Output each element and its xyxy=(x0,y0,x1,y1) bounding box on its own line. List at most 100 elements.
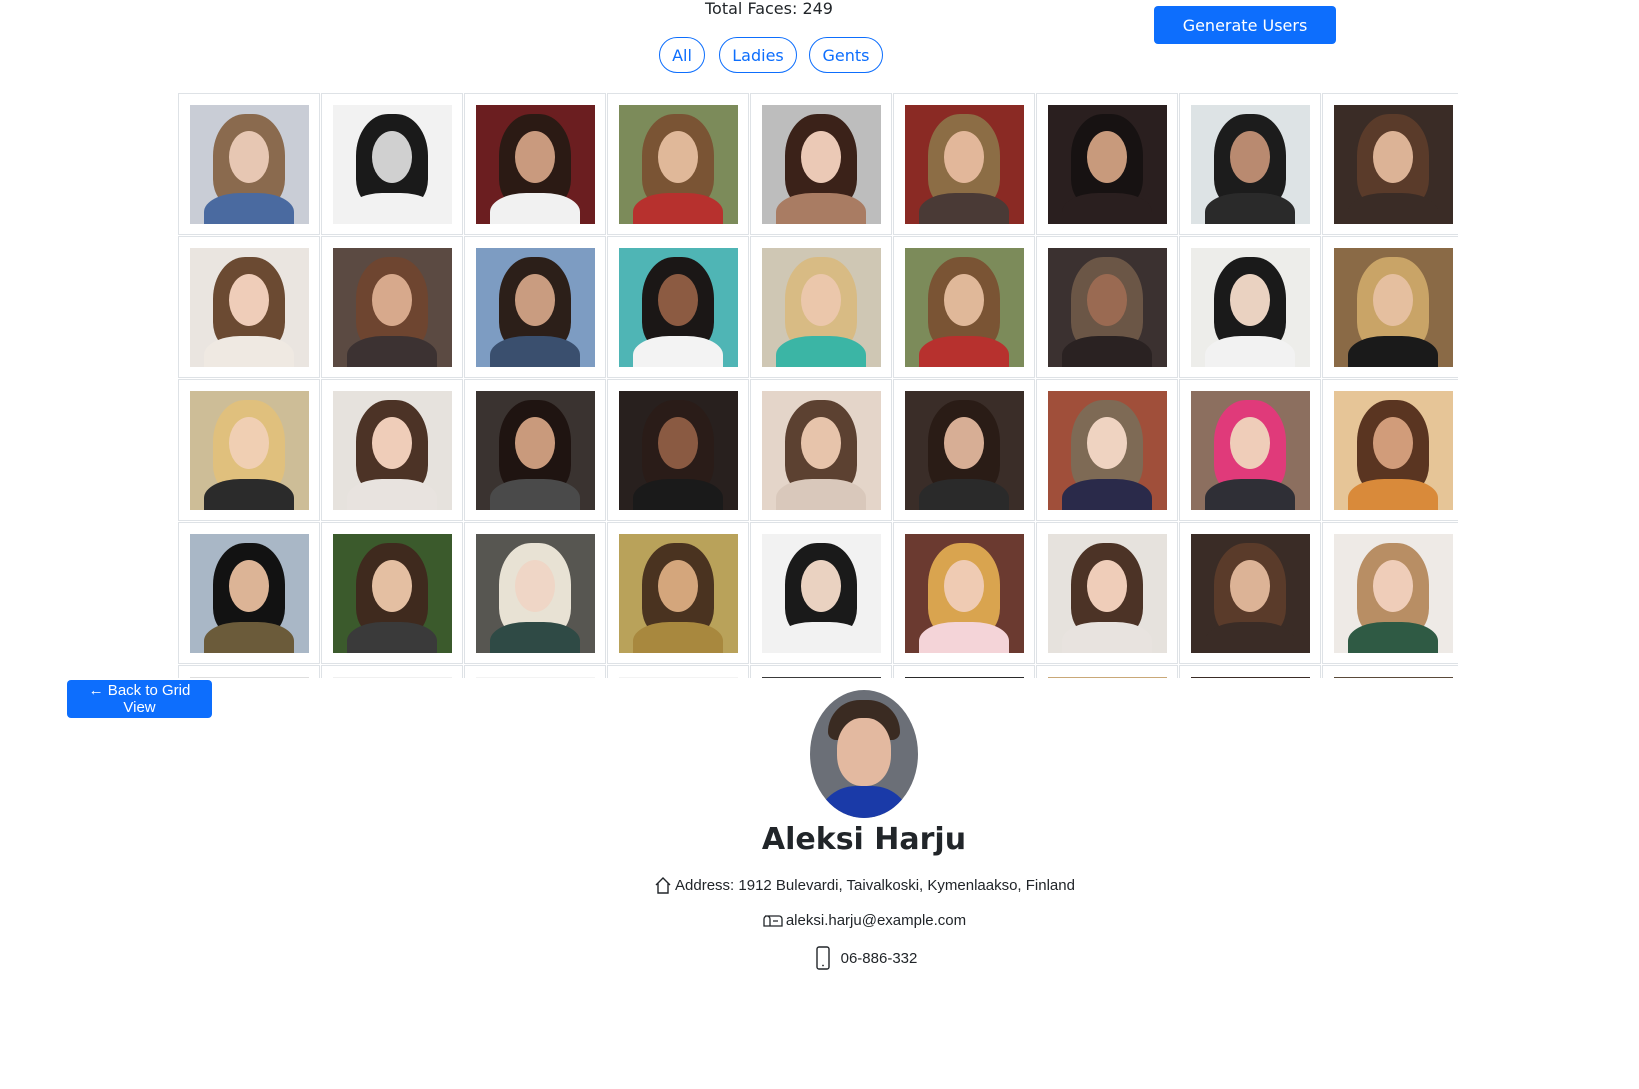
face-photo xyxy=(1047,390,1167,510)
face-photo xyxy=(761,390,881,510)
face-photo xyxy=(332,104,452,224)
email-text: aleksi.harju@example.com xyxy=(785,911,967,929)
home-icon xyxy=(653,875,673,895)
faces-grid xyxy=(178,93,1458,678)
face-card[interactable] xyxy=(1036,93,1178,235)
face-photo xyxy=(1047,676,1167,678)
face-card[interactable] xyxy=(893,665,1035,678)
face-card[interactable] xyxy=(1036,236,1178,378)
face-card[interactable] xyxy=(607,379,749,521)
filter-ladies-button[interactable]: Ladies xyxy=(719,37,797,73)
face-card[interactable] xyxy=(464,93,606,235)
face-photo xyxy=(618,390,738,510)
user-avatar xyxy=(810,690,918,818)
face-photo xyxy=(618,533,738,653)
total-faces-count: Total Faces: 249 xyxy=(705,0,833,18)
faces-grid-scroll-area[interactable] xyxy=(178,93,1458,678)
face-card[interactable] xyxy=(893,522,1035,664)
face-photo xyxy=(332,533,452,653)
face-card[interactable] xyxy=(607,236,749,378)
face-photo xyxy=(332,390,452,510)
face-card[interactable] xyxy=(321,379,463,521)
face-photo xyxy=(332,676,452,678)
face-card[interactable] xyxy=(1322,522,1458,664)
face-card[interactable] xyxy=(750,93,892,235)
face-photo xyxy=(904,247,1024,367)
face-card[interactable] xyxy=(607,522,749,664)
face-photo xyxy=(475,247,595,367)
face-card[interactable] xyxy=(1179,665,1321,678)
face-card[interactable] xyxy=(178,379,320,521)
address-text: Address: 1912 Bulevardi, Taivalkoski, Ky… xyxy=(675,876,1075,894)
gender-filter-group: All Ladies Gents xyxy=(0,37,1639,75)
face-card[interactable] xyxy=(607,665,749,678)
face-card[interactable] xyxy=(1179,379,1321,521)
face-photo xyxy=(1190,247,1310,367)
face-card[interactable] xyxy=(1179,522,1321,664)
face-photo xyxy=(475,104,595,224)
face-photo xyxy=(332,247,452,367)
face-photo xyxy=(904,104,1024,224)
face-card[interactable] xyxy=(1179,236,1321,378)
face-card[interactable] xyxy=(178,522,320,664)
face-photo xyxy=(189,104,309,224)
face-photo xyxy=(761,676,881,678)
face-photo xyxy=(475,390,595,510)
face-photo xyxy=(904,533,1024,653)
face-card[interactable] xyxy=(464,522,606,664)
face-card[interactable] xyxy=(464,665,606,678)
face-card[interactable] xyxy=(1179,93,1321,235)
face-card[interactable] xyxy=(178,665,320,678)
face-photo xyxy=(1333,247,1453,367)
face-photo xyxy=(904,676,1024,678)
face-card[interactable] xyxy=(1322,665,1458,678)
face-photo xyxy=(189,390,309,510)
face-card[interactable] xyxy=(893,93,1035,235)
face-card[interactable] xyxy=(607,93,749,235)
address-row: Address: 1912 Bulevardi, Taivalkoski, Ky… xyxy=(0,873,1639,897)
face-card[interactable] xyxy=(321,236,463,378)
face-photo xyxy=(1333,676,1453,678)
face-card[interactable] xyxy=(1322,236,1458,378)
face-photo xyxy=(618,676,738,678)
face-card[interactable] xyxy=(1322,379,1458,521)
face-photo xyxy=(1333,104,1453,224)
face-card[interactable] xyxy=(321,522,463,664)
back-to-grid-label: ← Back to Grid View xyxy=(88,682,191,716)
face-photo xyxy=(1333,533,1453,653)
face-photo xyxy=(189,676,309,678)
face-photo xyxy=(618,104,738,224)
filter-all-button[interactable]: All xyxy=(659,37,705,73)
face-card[interactable] xyxy=(321,665,463,678)
face-card[interactable] xyxy=(178,236,320,378)
filter-gents-button[interactable]: Gents xyxy=(809,37,883,73)
face-card[interactable] xyxy=(1036,522,1178,664)
face-card[interactable] xyxy=(893,379,1035,521)
face-card[interactable] xyxy=(750,522,892,664)
face-photo xyxy=(618,247,738,367)
face-photo xyxy=(189,533,309,653)
face-photo xyxy=(475,533,595,653)
email-row: aleksi.harju@example.com xyxy=(0,908,1639,932)
face-card[interactable] xyxy=(750,236,892,378)
phone-icon xyxy=(811,945,833,971)
face-card[interactable] xyxy=(893,236,1035,378)
face-card[interactable] xyxy=(750,379,892,521)
phone-row: 06-886-332 xyxy=(0,944,1639,972)
face-card[interactable] xyxy=(1036,665,1178,678)
back-to-grid-button[interactable]: ← Back to Grid View xyxy=(67,680,212,718)
face-photo xyxy=(1190,104,1310,224)
face-card[interactable] xyxy=(178,93,320,235)
phone-text: 06-886-332 xyxy=(840,949,918,967)
face-photo xyxy=(1190,533,1310,653)
face-photo xyxy=(1190,390,1310,510)
face-photo xyxy=(1333,390,1453,510)
face-card[interactable] xyxy=(464,236,606,378)
face-card[interactable] xyxy=(464,379,606,521)
face-card[interactable] xyxy=(750,665,892,678)
face-card[interactable] xyxy=(1036,379,1178,521)
face-photo xyxy=(1190,676,1310,678)
face-card[interactable] xyxy=(1322,93,1458,235)
face-photo xyxy=(761,104,881,224)
face-card[interactable] xyxy=(321,93,463,235)
